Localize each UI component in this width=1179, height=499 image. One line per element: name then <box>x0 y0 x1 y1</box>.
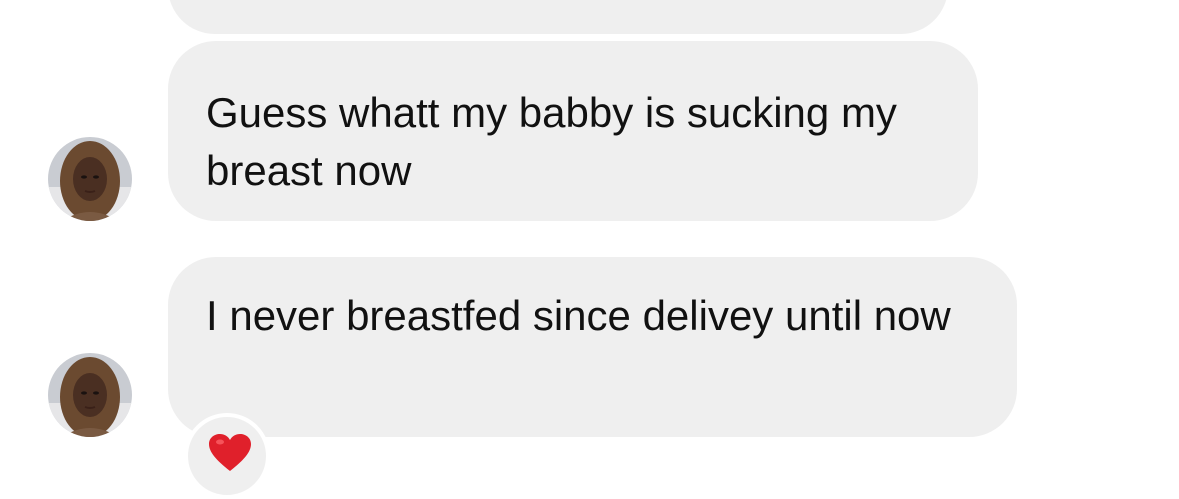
sender-avatar[interactable] <box>48 353 132 437</box>
message-bubble[interactable]: I never breastfed since delivey until no… <box>168 257 1017 437</box>
avatar-photo <box>48 137 132 221</box>
red-heart-icon <box>209 434 251 471</box>
message-text: I never breastfed since delivey until no… <box>206 292 951 339</box>
sender-avatar[interactable] <box>48 137 132 221</box>
message-text: Guess whatt my babby is sucking my breas… <box>206 89 897 194</box>
message-bubble[interactable]: Guess whatt my babby is sucking my breas… <box>168 41 978 221</box>
message-reaction[interactable] <box>184 413 270 499</box>
avatar-photo <box>48 353 132 437</box>
message-bubble-previous[interactable] <box>168 0 948 34</box>
